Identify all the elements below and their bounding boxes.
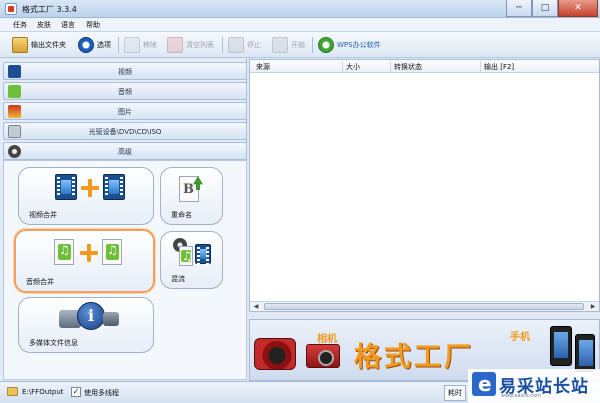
menu-bar: 任务 皮肤 语言 帮助 <box>0 18 600 32</box>
remove-button[interactable]: 移除 <box>124 36 157 54</box>
watermark-logo-icon <box>472 372 496 396</box>
column-divider <box>480 61 481 72</box>
column-divider <box>390 61 391 72</box>
phone-icon <box>550 326 572 366</box>
close-button[interactable]: ✕ <box>558 0 598 17</box>
start-icon <box>272 37 288 53</box>
column-divider <box>342 61 343 72</box>
window-title: 格式工厂 3.3.4 <box>22 5 77 14</box>
column-status[interactable]: 转换状态 <box>394 62 422 72</box>
output-folder-button[interactable]: 输出文件夹 <box>12 36 66 54</box>
wps-icon <box>318 37 334 53</box>
menu-task[interactable]: 任务 <box>13 20 27 30</box>
media-info-tile[interactable]: i 多媒体文件信息 <box>18 297 154 353</box>
rename-tile[interactable]: B 重命名 <box>160 167 223 225</box>
remove-icon <box>124 37 140 53</box>
mix-icon <box>173 238 213 270</box>
category-image[interactable]: 图片 <box>3 102 247 120</box>
audio-merge-icon <box>54 239 124 269</box>
options-button[interactable]: 选项 <box>78 36 111 54</box>
video-merge-tile[interactable]: 视频合并 <box>18 167 154 225</box>
menu-help[interactable]: 帮助 <box>86 20 100 30</box>
rename-icon: B <box>179 176 207 206</box>
camcorder-icon <box>254 338 296 370</box>
stop-icon <box>228 37 244 53</box>
category-advanced[interactable]: 高级 <box>3 142 247 160</box>
task-list[interactable]: 来源 大小 转换状态 输出 [F2] ◀ ▶ <box>249 59 600 312</box>
camera-icon <box>306 344 340 368</box>
category-audio[interactable]: 音频 <box>3 82 247 100</box>
audio-merge-tile[interactable]: 音频合并 <box>14 229 155 293</box>
minimize-button[interactable]: ─ <box>506 0 532 17</box>
title-bar: 格式工厂 3.3.4 ─ □ ✕ <box>0 0 600 18</box>
output-path[interactable]: E:\FFOutput <box>22 388 64 396</box>
horizontal-scrollbar[interactable]: ◀ ▶ <box>250 301 599 311</box>
advanced-tools-panel: 视频合并 B 重命名 音频合并 混流 i <box>3 160 247 380</box>
maximize-button[interactable]: □ <box>532 0 558 17</box>
start-button[interactable]: 开始 <box>272 36 305 54</box>
media-info-icon: i <box>59 302 119 334</box>
app-icon <box>5 3 17 15</box>
wps-office-button[interactable]: WPS办公软件 <box>318 36 381 54</box>
watermark-subtext: www.easck.com <box>501 393 542 399</box>
task-list-header: 来源 大小 转换状态 输出 [F2] <box>250 60 599 73</box>
scrollbar-thumb[interactable] <box>264 303 584 310</box>
scroll-right-icon[interactable]: ▶ <box>588 302 598 311</box>
stop-button[interactable]: 停止 <box>228 36 261 54</box>
toolbar-separator <box>312 37 313 53</box>
options-icon <box>78 37 94 53</box>
category-video[interactable]: 视频 <box>3 62 247 80</box>
folder-icon <box>12 37 28 53</box>
window-controls: ─ □ ✕ <box>506 0 598 18</box>
elapsed-time-label: 耗时 <box>444 385 466 401</box>
banner-tag-phone: 手机 <box>510 332 530 343</box>
banner-title: 格式工厂 <box>354 342 474 373</box>
mix-tile[interactable]: 混流 <box>160 231 223 289</box>
multithread-label: 使用多线程 <box>84 389 119 397</box>
toolbar-separator <box>222 37 223 53</box>
toolbar: 输出文件夹 选项 移除 清空列表 停止 开始 WPS办公软件 <box>0 32 600 58</box>
site-watermark: 易采站长站 www.easck.com <box>468 369 600 403</box>
phone-icon <box>575 334 595 372</box>
category-optical-disc[interactable]: 光驱设备\DVD\CD\ISO <box>3 122 247 140</box>
video-merge-icon <box>55 174 125 204</box>
column-output[interactable]: 输出 [F2] <box>484 62 514 72</box>
multithread-checkbox[interactable]: ✓ <box>71 387 81 397</box>
banner-tag-camera: 相机 <box>317 334 337 345</box>
column-size[interactable]: 大小 <box>346 62 360 72</box>
folder-icon[interactable] <box>7 387 18 396</box>
menu-language[interactable]: 语言 <box>61 20 75 30</box>
toolbar-separator <box>118 37 119 53</box>
scroll-left-icon[interactable]: ◀ <box>251 302 261 311</box>
clear-icon <box>167 37 183 53</box>
clear-list-button[interactable]: 清空列表 <box>167 36 214 54</box>
menu-skin[interactable]: 皮肤 <box>37 20 51 30</box>
column-source[interactable]: 来源 <box>256 62 270 72</box>
